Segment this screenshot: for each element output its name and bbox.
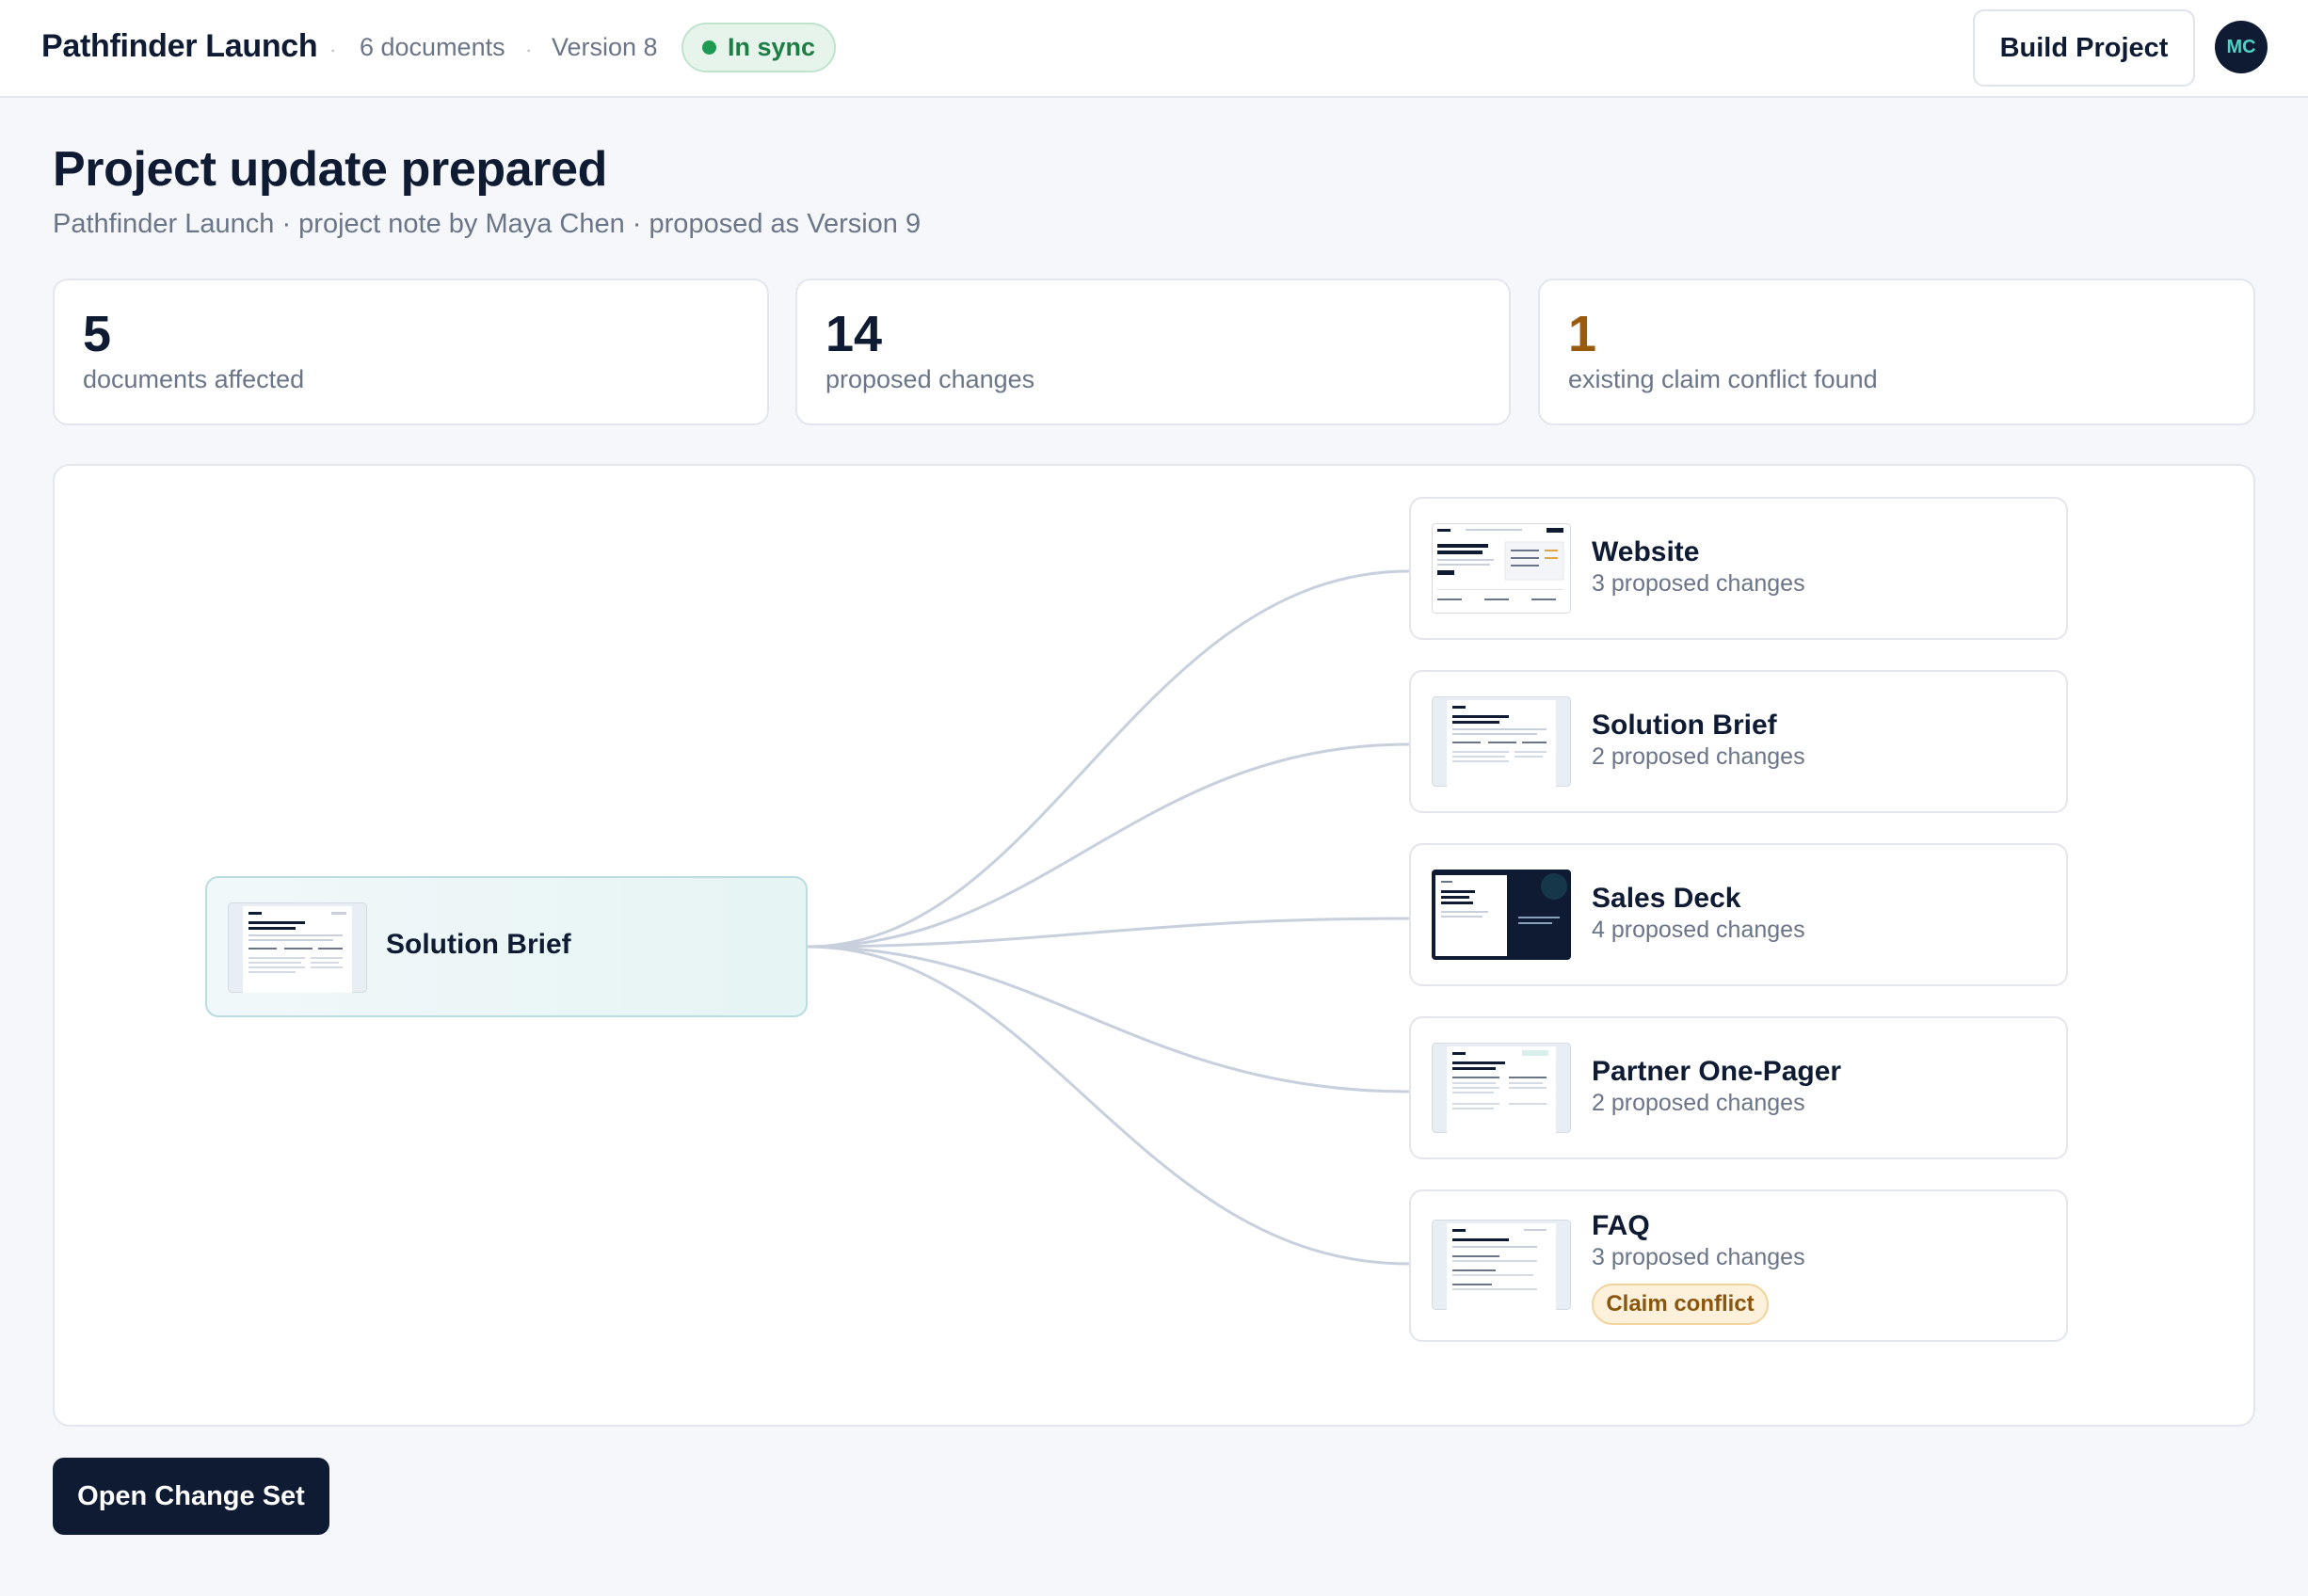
top-bar: Pathfinder Launch · 6 documents · Versio…: [0, 0, 2308, 98]
target-node-solution-brief[interactable]: Solution Brief 2 proposed changes: [1409, 670, 2068, 813]
separator-dot: ·: [525, 38, 533, 61]
edge-solution-brief: [807, 742, 1410, 949]
status-dot-icon: [701, 40, 716, 55]
target-changes: 2 proposed changes: [1592, 1090, 1805, 1116]
target-changes: 2 proposed changes: [1592, 743, 1805, 770]
target-title: Website: [1592, 536, 1700, 567]
stat-label: proposed changes: [825, 365, 1035, 393]
deck-thumbnail-icon: [1432, 870, 1571, 960]
target-node-sales-deck[interactable]: Sales Deck 4 proposed changes: [1409, 843, 2068, 986]
faq-thumbnail-icon: [1432, 1220, 1571, 1310]
sync-status-badge: In sync: [681, 23, 836, 72]
separator-dot: ·: [329, 38, 337, 61]
source-node-title: Solution Brief: [386, 929, 571, 960]
stat-label: existing claim conflict found: [1568, 365, 1878, 393]
stat-value: 14: [825, 306, 883, 362]
target-node-partner-one-pager[interactable]: Partner One-Pager 2 proposed changes: [1409, 1016, 2068, 1159]
sync-status-text: In sync: [727, 33, 816, 61]
target-title: Sales Deck: [1592, 883, 1741, 914]
target-changes: 4 proposed changes: [1592, 917, 1805, 943]
edge-partner-one-pager: [807, 945, 1410, 1093]
target-node-website[interactable]: Website 3 proposed changes: [1409, 497, 2068, 640]
build-project-button[interactable]: Build Project: [1973, 9, 2195, 87]
website-thumbnail-icon: [1432, 523, 1571, 614]
target-title: FAQ: [1592, 1210, 1650, 1241]
claim-conflict-badge[interactable]: Claim conflict: [1592, 1284, 1769, 1325]
target-changes: 3 proposed changes: [1592, 570, 1805, 597]
source-node[interactable]: Solution Brief: [205, 876, 808, 1017]
document-thumbnail-icon: [228, 902, 367, 993]
open-change-set-button[interactable]: Open Change Set: [53, 1458, 329, 1535]
stat-label: documents affected: [83, 365, 305, 393]
edge-faq: [807, 945, 1410, 1266]
edge-website: [807, 569, 1410, 949]
documents-count: 6 documents: [360, 33, 505, 61]
target-changes: 3 proposed changes: [1592, 1244, 1805, 1270]
page-title: Project update prepared: [53, 142, 607, 197]
project-name[interactable]: Pathfinder Launch: [41, 28, 318, 65]
onepager-thumbnail-icon: [1432, 1043, 1571, 1133]
target-title: Solution Brief: [1592, 710, 1777, 741]
stat-card-documents: 5 documents affected: [53, 279, 769, 425]
version-label: Version 8: [552, 33, 658, 61]
stat-card-conflicts: 1 existing claim conflict found: [1538, 279, 2255, 425]
stat-value: 5: [83, 306, 112, 362]
page-subtitle: Pathfinder Launch · project note by Maya…: [53, 209, 922, 239]
impact-graph-panel: Solution Brief Website 3 proposed change…: [53, 464, 2255, 1427]
user-avatar[interactable]: MC: [2215, 21, 2268, 73]
target-title: Partner One-Pager: [1592, 1056, 1842, 1087]
target-node-faq[interactable]: FAQ 3 proposed changes Claim conflict: [1409, 1189, 2068, 1342]
brief-thumbnail-icon: [1432, 696, 1571, 787]
stat-card-changes: 14 proposed changes: [795, 279, 1511, 425]
edge-sales-deck: [807, 917, 1410, 949]
stat-value: 1: [1568, 306, 1597, 362]
